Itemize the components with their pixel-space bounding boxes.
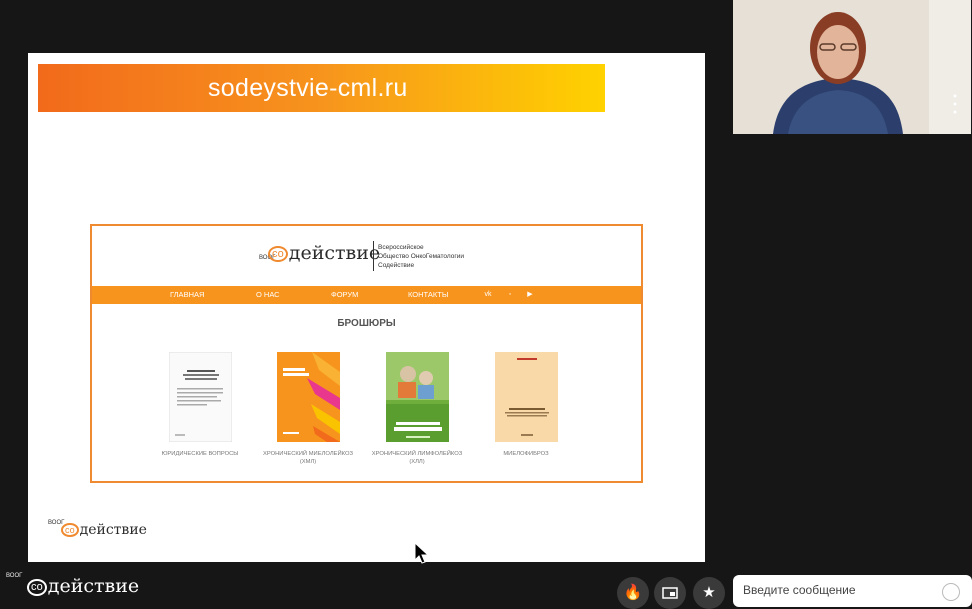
brochure-cover-myelofibrosis	[495, 352, 558, 442]
brochure-caption-myelofibrosis: МИЕЛОФИБРОЗ	[503, 451, 549, 457]
emoji-icon[interactable]	[942, 583, 960, 601]
message-box	[733, 575, 972, 607]
reaction-button[interactable]: 🔥	[617, 577, 649, 609]
site-logo-word: действие	[288, 242, 381, 264]
banner-url-text: sodeystvie-cml.ru	[208, 74, 408, 102]
site-logo-co: со	[268, 246, 288, 262]
message-input[interactable]	[743, 583, 923, 597]
nav-item-forum: ФОРУМ	[331, 290, 359, 299]
slide-banner: sodeystvie-cml.ru	[38, 64, 605, 112]
logo-divider	[373, 241, 374, 271]
brochure-cover-legal	[169, 352, 232, 442]
favorite-button[interactable]: ★	[693, 577, 725, 609]
site-nav-bar: ГЛАВНАЯ О НАС ФОРУМ КОНТАКТЫ vk ◦ ▶	[92, 286, 641, 304]
brochure-caption-cml: ХРОНИЧЕСКИЙ МИЕЛОЛЕЙКОЗ (ХМЛ)	[263, 451, 353, 465]
vk-icon: vk	[484, 291, 492, 298]
fire-icon: 🔥	[623, 584, 643, 601]
presenter-video	[733, 0, 971, 134]
mouse-cursor-icon	[414, 542, 430, 564]
brochures-heading: БРОШЮРЫ	[337, 318, 396, 329]
picture-in-picture-icon	[662, 587, 678, 599]
website-screenshot: ВООГ со действие Всероссийское Общество О…	[90, 224, 643, 483]
nav-item-contacts: КОНТАКТЫ	[408, 290, 449, 299]
picture-in-picture-button[interactable]	[654, 577, 686, 609]
presentation-slide: sodeystvie-cml.ru ВООГ со действие Всерос…	[28, 53, 705, 562]
youtube-icon: ▶	[527, 291, 533, 298]
brochure-cover-cll	[386, 352, 449, 442]
nav-item-about: О НАС	[256, 290, 280, 299]
odnoklassniki-icon: ◦	[508, 291, 512, 298]
nav-item-home: ГЛАВНАЯ	[170, 290, 205, 299]
brochure-cover-cml	[277, 352, 340, 442]
star-icon: ★	[702, 584, 716, 601]
site-logo: со действие	[267, 242, 380, 264]
site-subtitle: Всероссийское Общество ОнкоГематологии С…	[378, 244, 465, 269]
brochure-caption-legal: ЮРИДИЧЕСКИЕ ВОПРОСЫ	[161, 451, 239, 457]
presenter-video-frame	[733, 0, 971, 134]
brochure-caption-cll: ХРОНИЧЕСКИЙ ЛИМФОЛЕЙКОЗ (ХЛЛ)	[371, 451, 463, 465]
